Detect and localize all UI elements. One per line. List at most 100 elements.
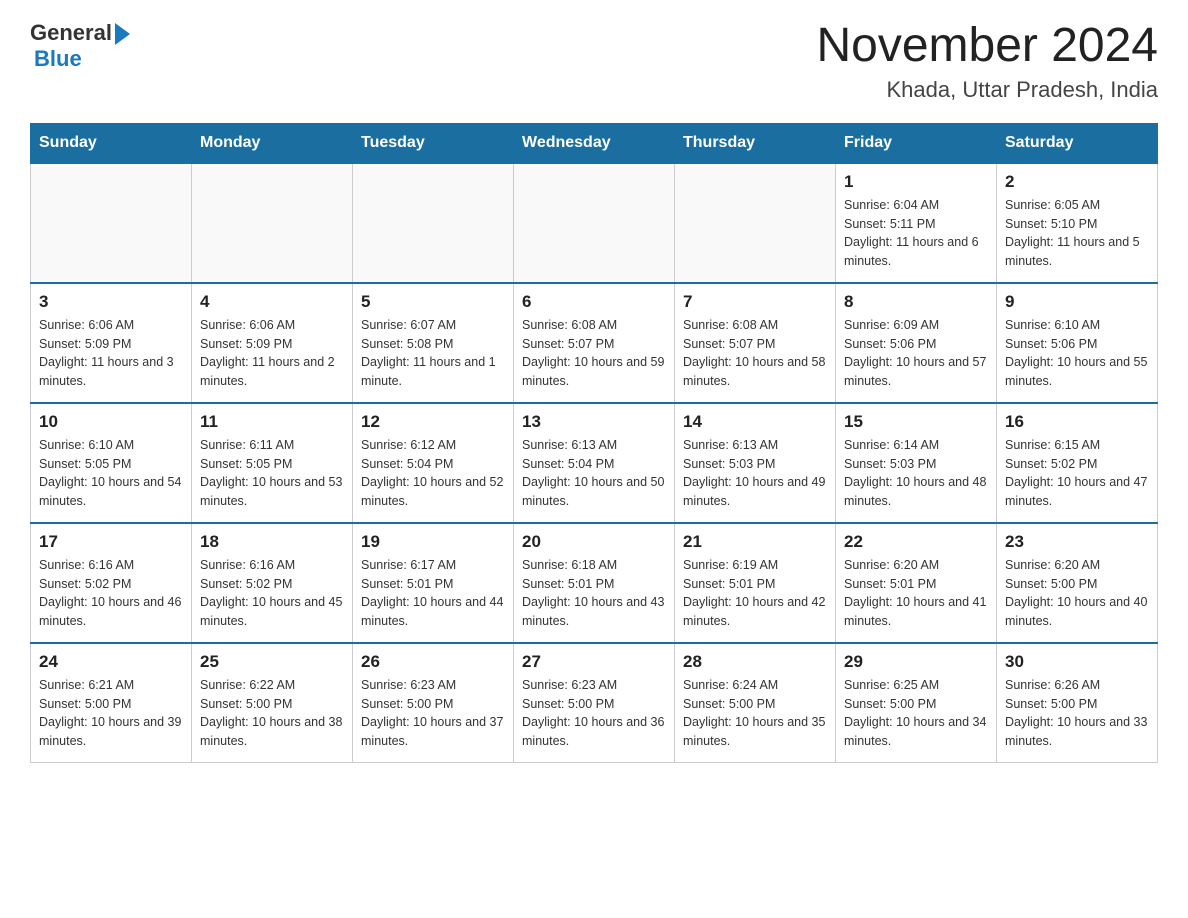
calendar-cell: 13Sunrise: 6:13 AMSunset: 5:04 PMDayligh… xyxy=(514,403,675,523)
day-number: 16 xyxy=(1005,412,1149,432)
calendar-cell: 28 Sunrise: 6:24 AMSunset: 5:00 PMDayligh… xyxy=(675,643,836,763)
calendar-cell: 8 Sunrise: 6:09 AMSunset: 5:06 PMDaylight… xyxy=(836,283,997,403)
day-number: 21 xyxy=(683,532,827,552)
day-of-week-header: Sunday xyxy=(31,123,192,163)
calendar-cell: 7 Sunrise: 6:08 AMSunset: 5:07 PMDaylight… xyxy=(675,283,836,403)
day-number: 24 xyxy=(39,652,183,672)
calendar-subtitle: Khada, Uttar Pradesh, India xyxy=(816,77,1158,103)
logo-blue-text: Blue xyxy=(34,46,82,72)
day-info: Sunrise: 6:21 AMSunset: 5:00 PMDaylight:… xyxy=(39,676,183,751)
day-number: 23 xyxy=(1005,532,1149,552)
day-number: 1 xyxy=(844,172,988,192)
day-number: 15 xyxy=(844,412,988,432)
day-info: Sunrise: 6:22 AMSunset: 5:00 PMDaylight:… xyxy=(200,676,344,751)
calendar-cell: 30 Sunrise: 6:26 AMSunset: 5:00 PMDayligh… xyxy=(997,643,1158,763)
day-info: Sunrise: 6:16 AMSunset: 5:02 PMDaylight:… xyxy=(39,556,183,631)
day-info: Sunrise: 6:17 AMSunset: 5:01 PMDaylight:… xyxy=(361,556,505,631)
calendar-cell: 9Sunrise: 6:10 AMSunset: 5:06 PMDaylight… xyxy=(997,283,1158,403)
day-of-week-header: Thursday xyxy=(675,123,836,163)
day-info: Sunrise: 6:13 AMSunset: 5:03 PMDaylight:… xyxy=(683,436,827,511)
day-info: Sunrise: 6:15 AMSunset: 5:02 PMDaylight:… xyxy=(1005,436,1149,511)
logo-arrow-icon xyxy=(115,23,130,45)
day-number: 25 xyxy=(200,652,344,672)
calendar-cell: 16 Sunrise: 6:15 AMSunset: 5:02 PMDayligh… xyxy=(997,403,1158,523)
calendar-cell: 11 Sunrise: 6:11 AMSunset: 5:05 PMDayligh… xyxy=(192,403,353,523)
day-number: 27 xyxy=(522,652,666,672)
calendar-cell: 2 Sunrise: 6:05 AMSunset: 5:10 PMDaylight… xyxy=(997,163,1158,283)
calendar-cell: 10 Sunrise: 6:10 AMSunset: 5:05 PMDayligh… xyxy=(31,403,192,523)
day-number: 30 xyxy=(1005,652,1149,672)
calendar-title: November 2024 xyxy=(816,20,1158,73)
day-number: 14 xyxy=(683,412,827,432)
day-of-week-header: Friday xyxy=(836,123,997,163)
day-number: 11 xyxy=(200,412,344,432)
calendar-week-row: 24 Sunrise: 6:21 AMSunset: 5:00 PMDayligh… xyxy=(31,643,1158,763)
calendar-cell: 26 Sunrise: 6:23 AMSunset: 5:00 PMDayligh… xyxy=(353,643,514,763)
day-number: 2 xyxy=(1005,172,1149,192)
logo-general-text: General xyxy=(30,20,112,46)
day-info: Sunrise: 6:20 AMSunset: 5:00 PMDaylight:… xyxy=(1005,556,1149,631)
day-number: 5 xyxy=(361,292,505,312)
calendar-cell: 27 Sunrise: 6:23 AMSunset: 5:00 PMDayligh… xyxy=(514,643,675,763)
day-number: 9 xyxy=(1005,292,1149,312)
calendar-week-row: 3 Sunrise: 6:06 AMSunset: 5:09 PMDaylight… xyxy=(31,283,1158,403)
day-info: Sunrise: 6:06 AMSunset: 5:09 PMDaylight:… xyxy=(200,316,344,391)
calendar-cell: 23 Sunrise: 6:20 AMSunset: 5:00 PMDayligh… xyxy=(997,523,1158,643)
day-number: 28 xyxy=(683,652,827,672)
day-of-week-header: Tuesday xyxy=(353,123,514,163)
day-number: 8 xyxy=(844,292,988,312)
day-info: Sunrise: 6:08 AMSunset: 5:07 PMDaylight:… xyxy=(522,316,666,391)
logo: General Blue xyxy=(30,20,130,72)
day-info: Sunrise: 6:06 AMSunset: 5:09 PMDaylight:… xyxy=(39,316,183,391)
day-number: 10 xyxy=(39,412,183,432)
day-info: Sunrise: 6:16 AMSunset: 5:02 PMDaylight:… xyxy=(200,556,344,631)
calendar-week-row: 1 Sunrise: 6:04 AMSunset: 5:11 PMDaylight… xyxy=(31,163,1158,283)
day-number: 13 xyxy=(522,412,666,432)
day-info: Sunrise: 6:07 AMSunset: 5:08 PMDaylight:… xyxy=(361,316,505,391)
day-number: 6 xyxy=(522,292,666,312)
day-info: Sunrise: 6:04 AMSunset: 5:11 PMDaylight:… xyxy=(844,196,988,271)
calendar-cell: 24 Sunrise: 6:21 AMSunset: 5:00 PMDayligh… xyxy=(31,643,192,763)
day-info: Sunrise: 6:10 AMSunset: 5:05 PMDaylight:… xyxy=(39,436,183,511)
day-info: Sunrise: 6:05 AMSunset: 5:10 PMDaylight:… xyxy=(1005,196,1149,271)
day-info: Sunrise: 6:25 AMSunset: 5:00 PMDaylight:… xyxy=(844,676,988,751)
calendar-header-row: SundayMondayTuesdayWednesdayThursdayFrid… xyxy=(31,123,1158,163)
calendar-cell: 17 Sunrise: 6:16 AMSunset: 5:02 PMDayligh… xyxy=(31,523,192,643)
day-number: 17 xyxy=(39,532,183,552)
calendar-cell: 5 Sunrise: 6:07 AMSunset: 5:08 PMDaylight… xyxy=(353,283,514,403)
day-info: Sunrise: 6:11 AMSunset: 5:05 PMDaylight:… xyxy=(200,436,344,511)
calendar-cell: 12Sunrise: 6:12 AMSunset: 5:04 PMDayligh… xyxy=(353,403,514,523)
day-info: Sunrise: 6:18 AMSunset: 5:01 PMDaylight:… xyxy=(522,556,666,631)
calendar-cell: 18 Sunrise: 6:16 AMSunset: 5:02 PMDayligh… xyxy=(192,523,353,643)
day-of-week-header: Saturday xyxy=(997,123,1158,163)
calendar-week-row: 17 Sunrise: 6:16 AMSunset: 5:02 PMDayligh… xyxy=(31,523,1158,643)
day-number: 12 xyxy=(361,412,505,432)
day-number: 19 xyxy=(361,532,505,552)
day-info: Sunrise: 6:20 AMSunset: 5:01 PMDaylight:… xyxy=(844,556,988,631)
day-number: 18 xyxy=(200,532,344,552)
day-number: 22 xyxy=(844,532,988,552)
day-of-week-header: Wednesday xyxy=(514,123,675,163)
day-info: Sunrise: 6:19 AMSunset: 5:01 PMDaylight:… xyxy=(683,556,827,631)
day-info: Sunrise: 6:14 AMSunset: 5:03 PMDaylight:… xyxy=(844,436,988,511)
day-number: 7 xyxy=(683,292,827,312)
calendar-cell: 22 Sunrise: 6:20 AMSunset: 5:01 PMDayligh… xyxy=(836,523,997,643)
day-info: Sunrise: 6:08 AMSunset: 5:07 PMDaylight:… xyxy=(683,316,827,391)
title-block: November 2024 Khada, Uttar Pradesh, Indi… xyxy=(816,20,1158,103)
calendar-cell: 21 Sunrise: 6:19 AMSunset: 5:01 PMDayligh… xyxy=(675,523,836,643)
day-info: Sunrise: 6:23 AMSunset: 5:00 PMDaylight:… xyxy=(361,676,505,751)
page-header: General Blue November 2024 Khada, Uttar … xyxy=(30,20,1158,103)
calendar-cell: 29Sunrise: 6:25 AMSunset: 5:00 PMDayligh… xyxy=(836,643,997,763)
day-info: Sunrise: 6:26 AMSunset: 5:00 PMDaylight:… xyxy=(1005,676,1149,751)
calendar-week-row: 10 Sunrise: 6:10 AMSunset: 5:05 PMDayligh… xyxy=(31,403,1158,523)
calendar-cell xyxy=(192,163,353,283)
day-number: 3 xyxy=(39,292,183,312)
calendar-cell: 3 Sunrise: 6:06 AMSunset: 5:09 PMDaylight… xyxy=(31,283,192,403)
day-info: Sunrise: 6:23 AMSunset: 5:00 PMDaylight:… xyxy=(522,676,666,751)
calendar-cell: 1 Sunrise: 6:04 AMSunset: 5:11 PMDaylight… xyxy=(836,163,997,283)
day-number: 26 xyxy=(361,652,505,672)
day-info: Sunrise: 6:09 AMSunset: 5:06 PMDaylight:… xyxy=(844,316,988,391)
day-number: 4 xyxy=(200,292,344,312)
day-info: Sunrise: 6:24 AMSunset: 5:00 PMDaylight:… xyxy=(683,676,827,751)
calendar-cell: 15 Sunrise: 6:14 AMSunset: 5:03 PMDayligh… xyxy=(836,403,997,523)
